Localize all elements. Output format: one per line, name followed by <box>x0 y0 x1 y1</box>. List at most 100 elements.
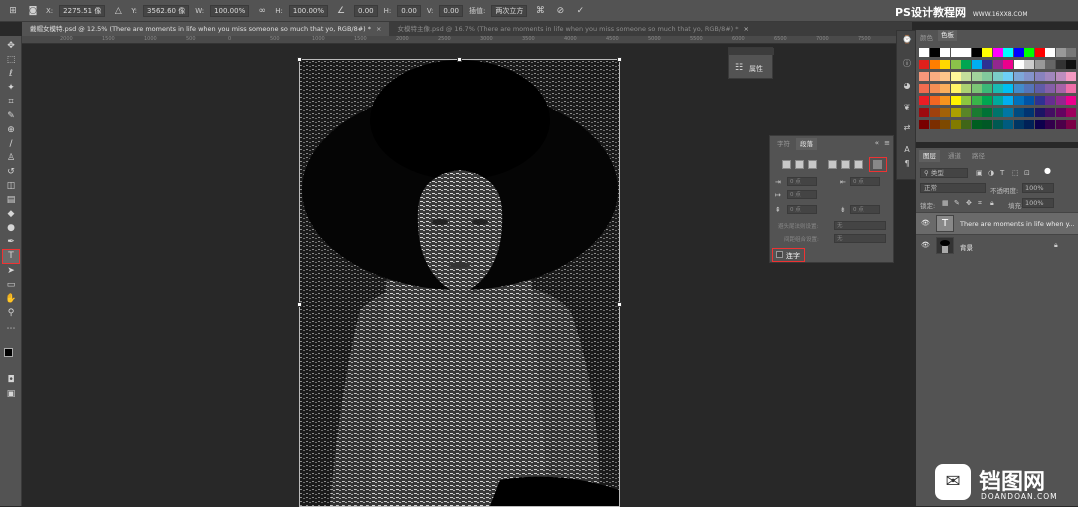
color-swatch[interactable] <box>1013 48 1024 57</box>
link-icon[interactable]: ∞ <box>255 4 269 18</box>
color-swatch[interactable] <box>919 96 929 105</box>
color-swatch[interactable] <box>1045 120 1055 129</box>
tab-paragraph[interactable]: 段落 <box>796 138 817 150</box>
color-swatch[interactable] <box>992 84 1003 93</box>
tab-color[interactable]: 颜色 <box>920 32 933 42</box>
color-swatch[interactable] <box>1024 108 1034 117</box>
color-swatch[interactable] <box>940 48 950 57</box>
healing-brush-icon[interactable]: ⊕ <box>3 124 19 137</box>
color-swatch[interactable] <box>1045 96 1055 105</box>
color-swatch[interactable] <box>992 96 1003 105</box>
tab-channels[interactable]: 通道 <box>944 150 965 162</box>
dodge-tool-icon[interactable]: ● <box>3 222 19 235</box>
color-swatch[interactable] <box>1066 72 1076 81</box>
color-swatch[interactable] <box>950 48 961 57</box>
tab-paths[interactable]: 路径 <box>968 150 989 162</box>
justify-center-button[interactable] <box>841 160 850 169</box>
color-swatch[interactable] <box>950 96 961 105</box>
color-swatch[interactable] <box>1066 84 1076 93</box>
indent-left-field[interactable]: 0 点 <box>787 177 817 186</box>
color-swatch[interactable] <box>971 84 982 93</box>
color-swatch[interactable] <box>929 60 940 69</box>
transform-handle[interactable] <box>617 57 622 62</box>
color-swatch[interactable] <box>1034 84 1045 93</box>
y-field[interactable]: 3562.60 像 <box>143 4 190 17</box>
color-swatch[interactable] <box>961 120 971 129</box>
fill-field[interactable]: 100% <box>1022 198 1054 208</box>
color-swatch[interactable] <box>919 60 929 69</box>
paragraph-icon[interactable]: ¶ <box>902 159 912 169</box>
color-swatch[interactable] <box>1034 108 1045 117</box>
space-before-field[interactable]: 0 点 <box>787 205 817 214</box>
color-swatch[interactable] <box>929 84 940 93</box>
color-swatch[interactable] <box>1013 60 1024 69</box>
h-field[interactable]: 100.00% <box>288 4 329 17</box>
filter-smart-icon[interactable]: ⊡ <box>1024 169 1030 177</box>
color-swatch[interactable] <box>1024 96 1034 105</box>
filter-pixel-icon[interactable]: ▣ <box>976 169 983 177</box>
color-swatch[interactable] <box>961 108 971 117</box>
color-swatch[interactable] <box>971 108 982 117</box>
color-swatch[interactable] <box>1055 60 1066 69</box>
color-swatch[interactable] <box>950 108 961 117</box>
info-icon[interactable]: ⓘ <box>902 59 912 69</box>
clone-stamp-icon[interactable]: ♙ <box>3 152 19 165</box>
color-swatch[interactable] <box>1034 120 1045 129</box>
lock-transparent-icon[interactable]: ▦ <box>942 199 949 207</box>
lock-all-icon[interactable]: 🔒︎ <box>990 199 994 208</box>
history-brush-icon[interactable]: ↺ <box>3 166 19 179</box>
color-swatch[interactable] <box>971 96 982 105</box>
color-swatch[interactable] <box>982 48 992 57</box>
color-swatch[interactable] <box>1003 108 1013 117</box>
color-swatch[interactable] <box>919 48 929 57</box>
rectangle-tool-icon[interactable]: ▭ <box>3 279 19 292</box>
interp-select[interactable]: 两次立方 <box>491 4 528 17</box>
color-swatch[interactable] <box>1003 60 1013 69</box>
color-swatch[interactable] <box>1045 48 1055 57</box>
filter-type-icon[interactable]: T <box>1000 169 1004 177</box>
color-swatch[interactable] <box>929 96 940 105</box>
transform-handle[interactable] <box>457 57 462 62</box>
color-swatch[interactable] <box>1066 120 1076 129</box>
color-swatch[interactable] <box>1055 108 1066 117</box>
color-swatch[interactable] <box>971 60 982 69</box>
color-swatch[interactable] <box>1003 120 1013 129</box>
color-swatch[interactable] <box>1045 60 1055 69</box>
filter-shape-icon[interactable]: ⬚ <box>1012 169 1019 177</box>
hyphenate-label[interactable]: 连字 <box>786 251 800 261</box>
color-swatch[interactable] <box>982 60 992 69</box>
color-swatch[interactable] <box>1013 108 1024 117</box>
brush-tool-icon[interactable]: / <box>3 138 19 151</box>
w-field[interactable]: 100.00% <box>210 4 250 17</box>
justify-left-button[interactable] <box>828 160 837 169</box>
transform-handle[interactable] <box>617 302 622 307</box>
triangle-icon[interactable]: △ <box>111 4 125 18</box>
color-swatch[interactable] <box>982 108 992 117</box>
color-swatch[interactable] <box>961 96 971 105</box>
commit-icon[interactable]: ✓ <box>573 4 587 18</box>
color-swatch[interactable] <box>940 96 950 105</box>
color-swatch[interactable] <box>1003 96 1013 105</box>
reference-point-icon[interactable]: ◙ <box>26 4 40 18</box>
filter-adjust-icon[interactable]: ◑ <box>988 169 994 177</box>
pen-tool-icon[interactable]: ✒ <box>3 236 19 249</box>
magic-wand-icon[interactable]: ✦ <box>3 82 19 95</box>
color-swatch[interactable] <box>1066 96 1076 105</box>
layer-name[interactable]: There are moments in life when y... <box>960 220 1075 228</box>
opacity-field[interactable]: 100% <box>1022 183 1054 193</box>
color-swatch[interactable] <box>1013 96 1024 105</box>
lasso-tool-icon[interactable]: ℓ <box>3 68 19 81</box>
transform-handle[interactable] <box>297 302 302 307</box>
color-swatch[interactable] <box>1066 48 1076 57</box>
x-field[interactable]: 2275.51 像 <box>59 4 106 17</box>
first-line-indent-field[interactable]: 0 点 <box>787 190 817 199</box>
more-tools-icon[interactable]: ⋯ <box>3 323 19 336</box>
hand-tool-icon[interactable]: ✋ <box>3 293 19 306</box>
color-swatch[interactable] <box>971 120 982 129</box>
color-swatch[interactable] <box>1055 84 1066 93</box>
blend-mode-select[interactable]: 正常 <box>920 183 986 193</box>
crop-tool-icon[interactable]: ⌗ <box>3 96 19 109</box>
color-swatch[interactable] <box>982 84 992 93</box>
layer-name[interactable]: 背景 <box>960 242 973 252</box>
color-swatch[interactable] <box>1034 48 1045 57</box>
